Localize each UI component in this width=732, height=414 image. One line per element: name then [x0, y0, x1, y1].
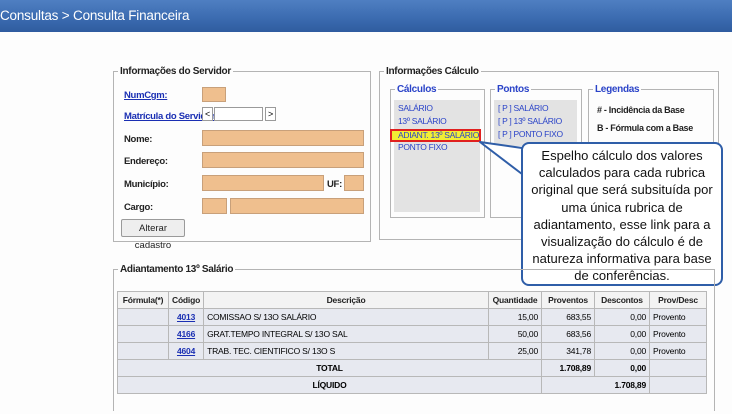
matricula-next-button[interactable]: >: [265, 107, 276, 121]
col-prov-desc: Prov/Desc: [649, 291, 707, 309]
calculo-legend: Informações Cálculo: [386, 66, 479, 77]
cargo-label: Cargo:: [124, 202, 153, 213]
breadcrumb: Consultas > Consulta Financeira: [0, 8, 190, 23]
cell-descricao: GRAT.TEMPO INTEGRAL S/ 13O SAL: [203, 325, 489, 343]
legendas-fieldset: Legendas: [588, 84, 714, 146]
total-label: TOTAL: [117, 359, 542, 377]
legenda-formula: B - Fórmula com a Base: [597, 123, 693, 133]
cell-quantidade: 15,00: [488, 308, 542, 326]
cell-tipo: Provento: [649, 342, 707, 360]
calculo-item-13-salario[interactable]: 13º SALÁRIO: [398, 116, 447, 126]
numcgm-link[interactable]: NumCgm:: [124, 90, 168, 101]
municipio-field[interactable]: [202, 175, 324, 191]
matricula-field[interactable]: [214, 107, 263, 121]
numcgm-field[interactable]: [202, 87, 226, 102]
table-row: 4166 GRAT.TEMPO INTEGRAL S/ 13O SAL 50,0…: [117, 325, 707, 343]
ponto-item-salario[interactable]: [ P ] SALÁRIO: [498, 103, 549, 113]
cell-formula: [117, 308, 169, 326]
servidor-legend: Informações do Servidor: [120, 66, 231, 77]
legendas-legend: Legendas: [595, 84, 640, 95]
uf-field[interactable]: [344, 175, 364, 191]
alterar-cadastro-button[interactable]: Alterar cadastro: [121, 219, 185, 251]
cell-descontos: 0,00: [594, 308, 650, 326]
cell-formula: [117, 325, 169, 343]
matricula-prev-button[interactable]: <: [202, 107, 213, 121]
calculo-item-ponto-fixo[interactable]: PONTO FIXO: [398, 142, 448, 152]
table-row: 4013 COMISSAO S/ 13O SALÁRIO 15,00 683,5…: [117, 308, 707, 326]
adiant-highlight-label[interactable]: ADIANT. 13º SALÁRIO: [398, 130, 479, 140]
endereco-field[interactable]: [202, 152, 364, 168]
codigo-link[interactable]: 4604: [167, 342, 205, 360]
calculo-item-salario[interactable]: SALÁRIO: [398, 103, 433, 113]
calculos-list: SALÁRIO 13º SALÁRIO ADIANT. 13º SALÁRIO …: [394, 100, 480, 212]
ponto-item-ponto-fixo[interactable]: [ P ] PONTO FIXO: [498, 129, 563, 139]
cell-descricao: COMISSAO S/ 13O SALÁRIO: [203, 308, 489, 326]
liquido-empty: [649, 376, 707, 394]
cell-quantidade: 25,00: [488, 342, 542, 360]
cell-proventos: 683,55: [541, 308, 595, 326]
col-descontos: Descontos: [594, 291, 650, 309]
liquido-label: LÍQUIDO: [117, 376, 542, 394]
liquido-row: LÍQUIDO 1.708,89: [117, 376, 707, 394]
cell-descricao: TRAB. TEC. CIENTIFICO S/ 13O S: [203, 342, 489, 360]
col-proventos: Proventos: [541, 291, 595, 309]
uf-label: UF:: [327, 179, 342, 190]
codigo-link[interactable]: 4166: [167, 325, 205, 343]
codigo-link[interactable]: 4013: [167, 308, 205, 326]
liquido-valor: 1.708,89: [541, 376, 650, 394]
cargo-code-field[interactable]: [202, 198, 227, 214]
nome-field[interactable]: [202, 130, 364, 146]
adiantamento-table: Fórmula(*) Código Descrição Quantidade P…: [117, 291, 707, 394]
cargo-desc-field[interactable]: [230, 198, 364, 214]
nome-label: Nome:: [124, 134, 153, 145]
cell-formula: [117, 342, 169, 360]
cell-quantidade: 50,00: [488, 325, 542, 343]
cell-proventos: 341,78: [541, 342, 595, 360]
col-formula: Fórmula(*): [117, 291, 169, 309]
endereco-label: Endereço:: [124, 156, 168, 167]
adiantamento-legend: Adiantamento 13º Salário: [120, 264, 234, 275]
ponto-item-13-salario[interactable]: [ P ] 13º SALÁRIO: [498, 116, 562, 126]
col-quantidade: Quantidade: [488, 291, 542, 309]
col-codigo: Código: [167, 291, 205, 309]
total-empty: [649, 359, 707, 377]
total-descontos: 0,00: [594, 359, 650, 377]
cell-proventos: 683,56: [541, 325, 595, 343]
cell-tipo: Provento: [649, 325, 707, 343]
legenda-incidencia: # - Incidência da Base: [597, 105, 685, 115]
cell-descontos: 0,00: [594, 342, 650, 360]
table-row: 4604 TRAB. TEC. CIENTIFICO S/ 13O S 25,0…: [117, 342, 707, 360]
cell-tipo: Provento: [649, 308, 707, 326]
window-titlebar: Consultas > Consulta Financeira: [0, 0, 732, 32]
calculos-legend: Cálculos: [397, 84, 437, 95]
total-row: TOTAL 1.708,89 0,00: [117, 359, 707, 377]
cell-descontos: 0,00: [594, 325, 650, 343]
col-descricao: Descrição: [203, 291, 489, 309]
total-proventos: 1.708,89: [541, 359, 595, 377]
municipio-label: Município:: [124, 179, 169, 190]
pontos-legend: Pontos: [497, 84, 530, 95]
